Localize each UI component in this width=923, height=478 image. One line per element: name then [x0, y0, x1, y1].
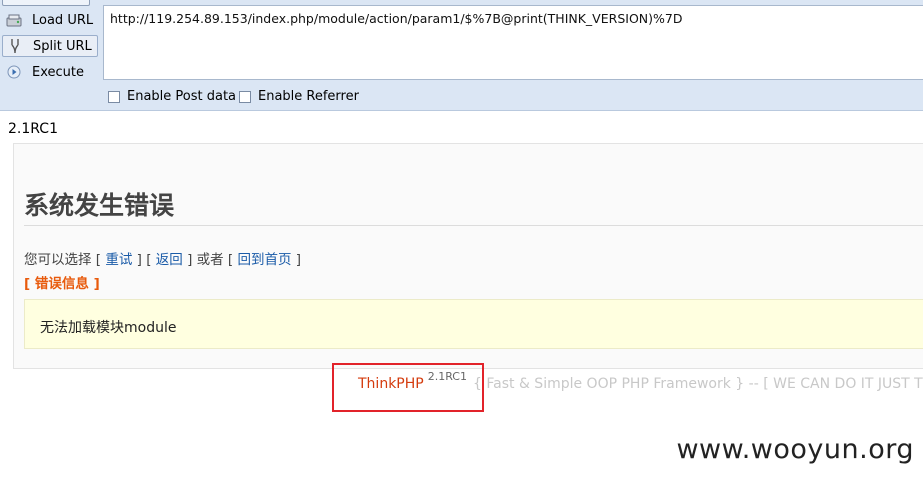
back-link[interactable]: 返回: [156, 252, 183, 268]
execute-button[interactable]: Execute: [2, 61, 98, 83]
highlight-annotation-box: [332, 363, 484, 412]
error-message: 无法加载模块module: [40, 320, 177, 336]
split-url-icon: [5, 38, 25, 54]
toolbar-top-button-edge[interactable]: [2, 0, 90, 6]
load-url-button[interactable]: Load URL: [2, 9, 98, 31]
enable-post-data-label: Enable Post data: [127, 89, 237, 104]
error-divider: [24, 225, 923, 226]
choose-prefix: 您可以选择: [24, 252, 92, 268]
hackbar-toolbar: Load URL Split URL Execute http://119.25…: [0, 0, 923, 111]
home-link[interactable]: 回到首页: [238, 252, 292, 268]
footer-slogan: { Fast & Simple OOP PHP Framework } -- […: [473, 376, 923, 392]
enable-referrer-option[interactable]: Enable Referrer: [239, 89, 359, 104]
or-text: 或者: [196, 252, 224, 268]
execute-play-icon: [4, 64, 24, 80]
enable-post-data-checkbox[interactable]: [108, 90, 120, 103]
split-url-label: Split URL: [33, 38, 92, 54]
enable-referrer-checkbox[interactable]: [239, 90, 251, 103]
load-url-icon: [4, 12, 24, 28]
retry-link[interactable]: 重试: [105, 252, 132, 268]
error-message-box: 无法加载模块module: [24, 299, 923, 349]
url-value: http://119.254.89.153/index.php/module/a…: [110, 11, 683, 26]
watermark: www.wooyun.org: [676, 434, 914, 465]
error-info-label: [ 错误信息 ]: [24, 276, 100, 292]
error-title: 系统发生错误: [24, 191, 175, 220]
enable-post-data-option[interactable]: Enable Post data: [108, 89, 236, 104]
url-textarea[interactable]: http://119.254.89.153/index.php/module/a…: [103, 5, 923, 80]
split-url-button[interactable]: Split URL: [2, 35, 98, 57]
execute-label: Execute: [32, 64, 84, 80]
printed-version-output: 2.1RC1: [8, 121, 58, 137]
load-url-label: Load URL: [32, 12, 94, 28]
error-choices: 您可以选择 [ 重试 ] [ 返回 ] 或者 [ 回到首页 ]: [24, 252, 302, 268]
enable-referrer-label: Enable Referrer: [258, 89, 359, 104]
